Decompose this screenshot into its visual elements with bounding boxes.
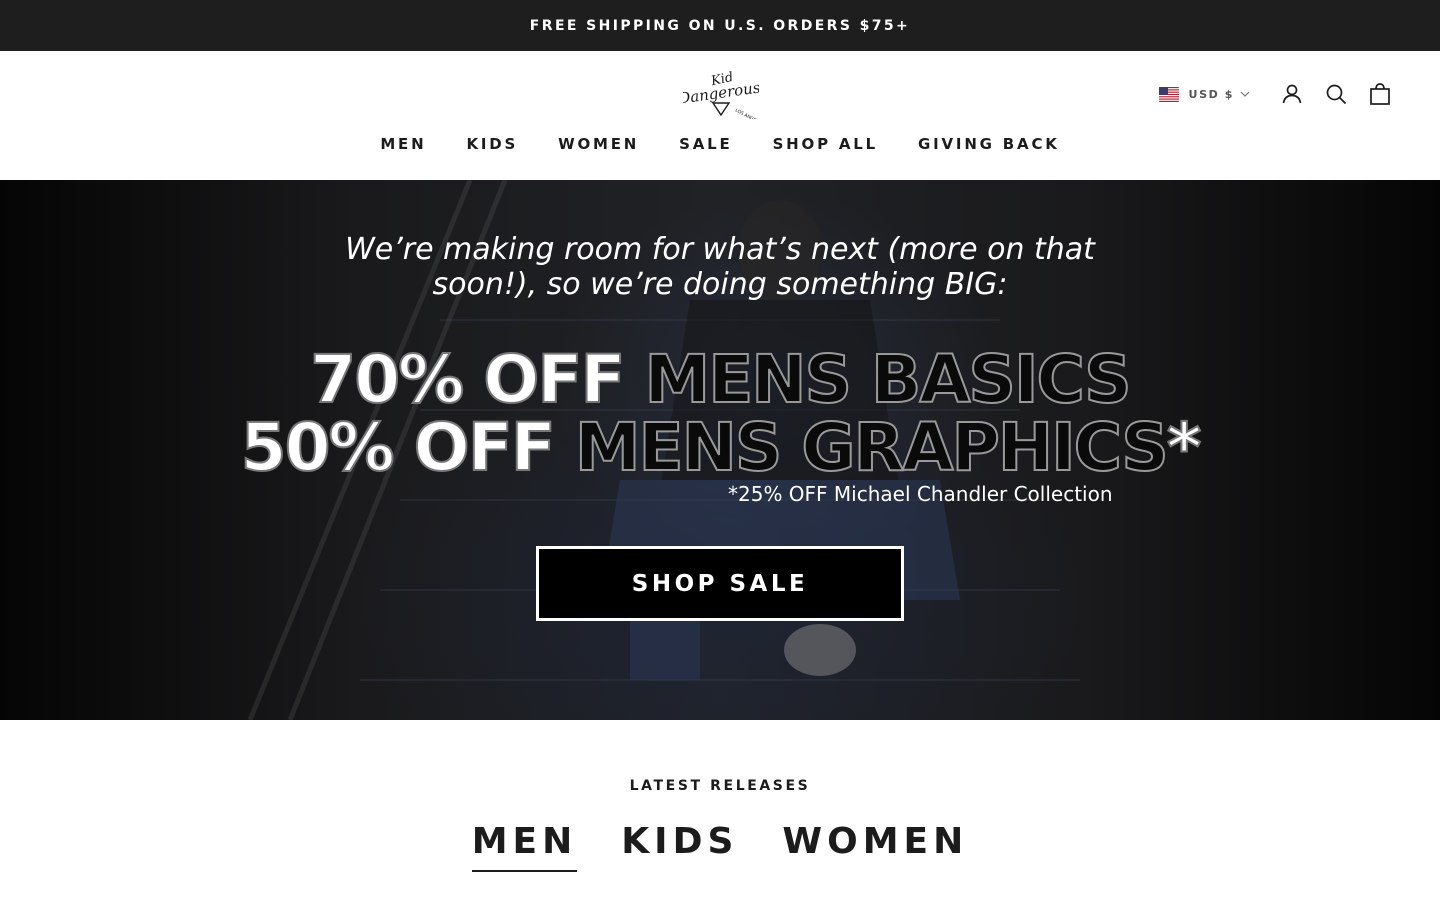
nav-item-giving-back[interactable]: GIVING BACK <box>918 135 1060 153</box>
logo-line3: LOS ANGELES <box>734 107 759 119</box>
us-flag-icon <box>1158 86 1179 102</box>
nav-item-shop-all[interactable]: SHOP ALL <box>773 135 878 153</box>
site-header: Kid Dangerous LOS ANGELES USD $ <box>0 51 1440 180</box>
currency-label: USD $ <box>1188 87 1234 101</box>
nav-item-sale[interactable]: SALE <box>679 135 732 153</box>
tab-kids[interactable]: KIDS <box>621 820 738 872</box>
promo-asterisk: * <box>1166 409 1202 486</box>
shop-sale-button[interactable]: SHOP SALE <box>536 546 904 621</box>
promo-graphics-category: MENS GRAPHICS <box>574 409 1170 486</box>
latest-releases-heading: LATEST RELEASES <box>629 778 811 794</box>
nav-item-women[interactable]: WOMEN <box>558 135 639 153</box>
nav-item-kids[interactable]: KIDS <box>466 135 518 153</box>
header-tools: USD $ <box>1158 80 1392 108</box>
hero-intro-text: We’re making room for what’s next (more … <box>345 232 1095 302</box>
tab-women[interactable]: WOMEN <box>782 820 968 872</box>
announcement-text: FREE SHIPPING ON U.S. ORDERS $75+ <box>529 17 911 34</box>
kid-dangerous-logo[interactable]: Kid Dangerous LOS ANGELES <box>683 69 759 119</box>
hero-banner: We’re making room for what’s next (more … <box>0 180 1440 720</box>
chevron-down-icon <box>1240 91 1250 97</box>
account-icon[interactable] <box>1280 82 1304 106</box>
promo-basics-category: MENS BASICS <box>644 341 1133 418</box>
promo-basics-discount: 70% OFF <box>309 341 645 418</box>
tab-men[interactable]: MEN <box>471 820 578 872</box>
promo-graphics-discount: 50% OFF <box>240 409 575 486</box>
promo-line-graphics: 50% OFF MENS GRAPHICS* <box>0 412 1440 484</box>
nav-item-men[interactable]: MEN <box>380 135 426 153</box>
currency-selector[interactable]: USD $ <box>1158 86 1250 102</box>
promo-footnote: *25% OFF Michael Chandler Collection <box>728 482 1113 506</box>
cart-icon[interactable] <box>1368 82 1392 106</box>
main-nav: MEN KIDS WOMEN SALE SHOP ALL GIVING BACK <box>0 135 1440 153</box>
latest-releases-tabs: MEN KIDS WOMEN <box>0 820 1440 872</box>
announcement-bar: FREE SHIPPING ON U.S. ORDERS $75+ <box>0 0 1440 51</box>
promo-line-basics: 70% OFF MENS BASICS <box>0 344 1440 416</box>
search-icon[interactable] <box>1324 82 1348 106</box>
